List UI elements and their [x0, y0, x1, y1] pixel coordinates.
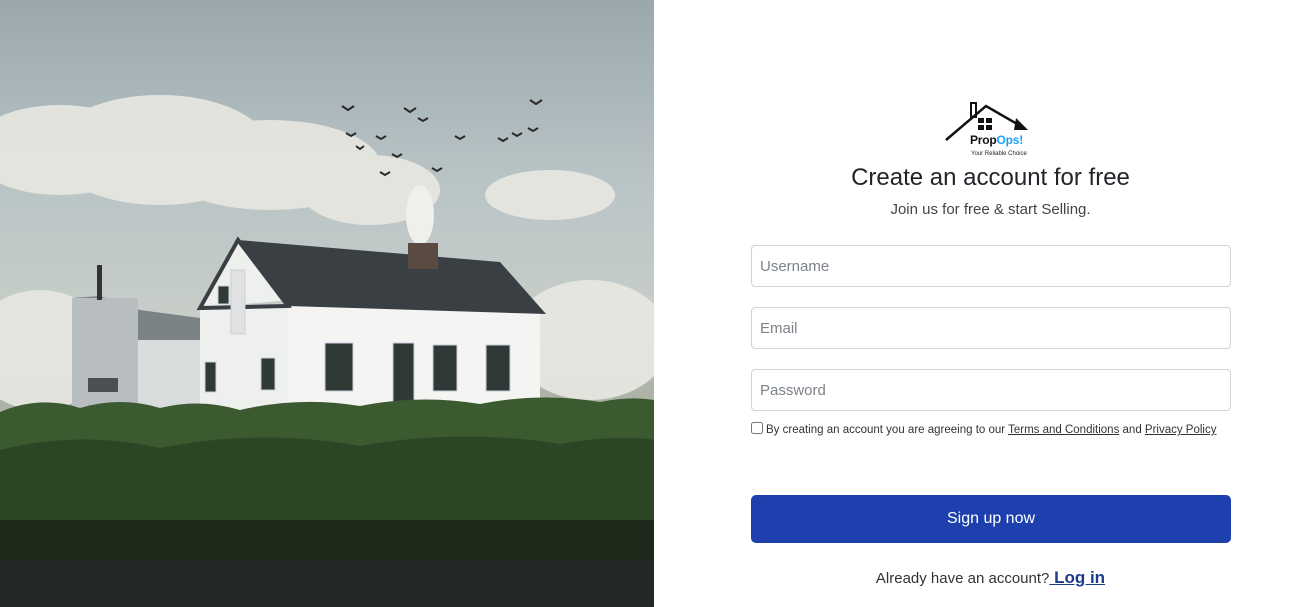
brand-name-part2: Ops! — [996, 133, 1024, 147]
password-field[interactable] — [751, 369, 1231, 411]
signup-panel: PropOps! Your Reliable Choice Create an … — [654, 0, 1312, 607]
terms-checkbox[interactable] — [751, 422, 763, 434]
login-prompt-text: Already have an account? — [875, 570, 1050, 587]
privacy-policy-link[interactable]: Privacy Policy — [1145, 424, 1217, 436]
email-field[interactable] — [751, 307, 1231, 349]
login-prompt-row: Already have an account? Log in — [654, 568, 1312, 588]
page-subtitle: Join us for free & start Selling. — [890, 201, 1091, 218]
username-field[interactable] — [751, 245, 1231, 287]
terms-link[interactable]: Terms and Conditions — [1008, 424, 1119, 436]
terms-agreement: By creating an account you are agreeing … — [751, 422, 1231, 438]
terms-and-text: and — [1119, 424, 1145, 436]
login-link[interactable]: Log in — [1049, 568, 1105, 587]
sign-up-button[interactable]: Sign up now — [751, 495, 1231, 543]
farmhouse-illustration — [0, 95, 654, 607]
brand-name-part1: Prop — [970, 133, 997, 147]
terms-text: By creating an account you are agreeing … — [766, 424, 1009, 436]
brand-name: PropOps! — [970, 133, 1023, 147]
brand-logo: PropOps! Your Reliable Choice — [944, 100, 1044, 162]
brand-tagline: Your Reliable Choice — [971, 151, 1027, 157]
page-title: Create an account for free — [851, 164, 1130, 191]
hero-image — [0, 0, 654, 607]
